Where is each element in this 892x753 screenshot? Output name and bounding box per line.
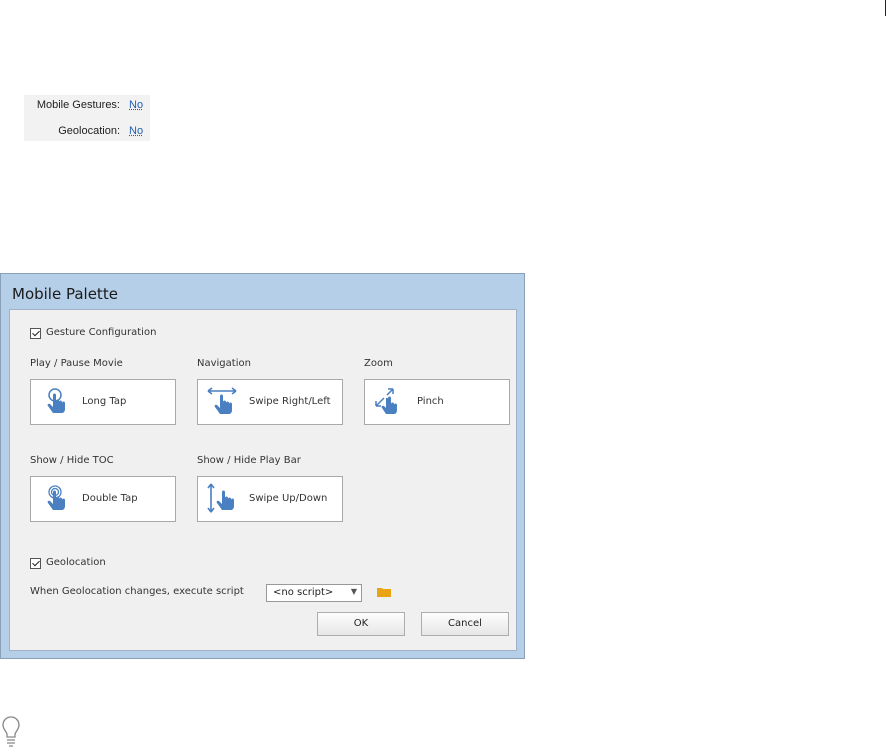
gesture-configuration-label: Gesture Configuration — [46, 327, 157, 338]
ok-button[interactable]: OK — [317, 612, 405, 636]
pinch-label: Pinch — [417, 396, 444, 407]
geolocation-label: Geolocation: — [58, 125, 120, 137]
swipe-up-down-button[interactable]: Swipe Up/Down — [197, 476, 343, 522]
geolocation-link[interactable]: No — [129, 125, 143, 137]
pinch-button[interactable]: Pinch — [364, 379, 510, 425]
script-select-value: <no script> — [273, 587, 334, 598]
show-hide-play-bar-heading: Show / Hide Play Bar — [197, 455, 301, 466]
mobile-gestures-link[interactable]: No — [129, 99, 143, 111]
swipe-horizontal-icon — [207, 387, 237, 414]
mobile-gestures-row: Mobile Gestures: No — [24, 95, 150, 115]
double-tap-label: Double Tap — [82, 493, 138, 504]
pinch-icon — [375, 388, 397, 414]
show-hide-toc-heading: Show / Hide TOC — [30, 455, 114, 466]
geolocation-row: Geolocation: No — [24, 121, 150, 141]
mobile-palette-dialog: Mobile Palette Gesture Configuration Pla… — [0, 273, 525, 659]
long-tap-label: Long Tap — [82, 396, 127, 407]
long-tap-icon — [47, 388, 65, 413]
dialog-body: Gesture Configuration Play / Pause Movie… — [9, 309, 517, 651]
play-pause-heading: Play / Pause Movie — [30, 358, 123, 369]
folder-icon[interactable] — [377, 587, 391, 597]
swipe-right-left-button[interactable]: Swipe Right/Left — [197, 379, 343, 425]
geolocation-checkbox[interactable] — [30, 558, 41, 569]
dialog-title: Mobile Palette — [12, 285, 118, 303]
swipe-right-left-label: Swipe Right/Left — [249, 396, 331, 407]
long-tap-button[interactable]: Long Tap — [30, 379, 176, 425]
divider-line — [885, 0, 886, 16]
zoom-heading: Zoom — [364, 358, 393, 369]
swipe-vertical-icon — [207, 483, 234, 513]
chevron-down-icon: ▼ — [350, 587, 357, 596]
cancel-button[interactable]: Cancel — [421, 612, 509, 636]
mobile-gestures-label: Mobile Gestures: — [36, 99, 120, 111]
double-tap-button[interactable]: Double Tap — [30, 476, 176, 522]
double-tap-icon — [47, 485, 65, 510]
gesture-configuration-checkbox[interactable] — [30, 328, 41, 339]
script-row-label: When Geolocation changes, execute script — [30, 586, 244, 597]
swipe-up-down-label: Swipe Up/Down — [249, 493, 328, 504]
navigation-heading: Navigation — [197, 358, 251, 369]
lightbulb-icon — [2, 716, 20, 747]
properties-panel: Mobile Gestures: No Geolocation: No — [24, 95, 150, 141]
geolocation-checkbox-label: Geolocation — [46, 557, 106, 568]
script-select[interactable]: <no script> ▼ — [266, 584, 362, 602]
